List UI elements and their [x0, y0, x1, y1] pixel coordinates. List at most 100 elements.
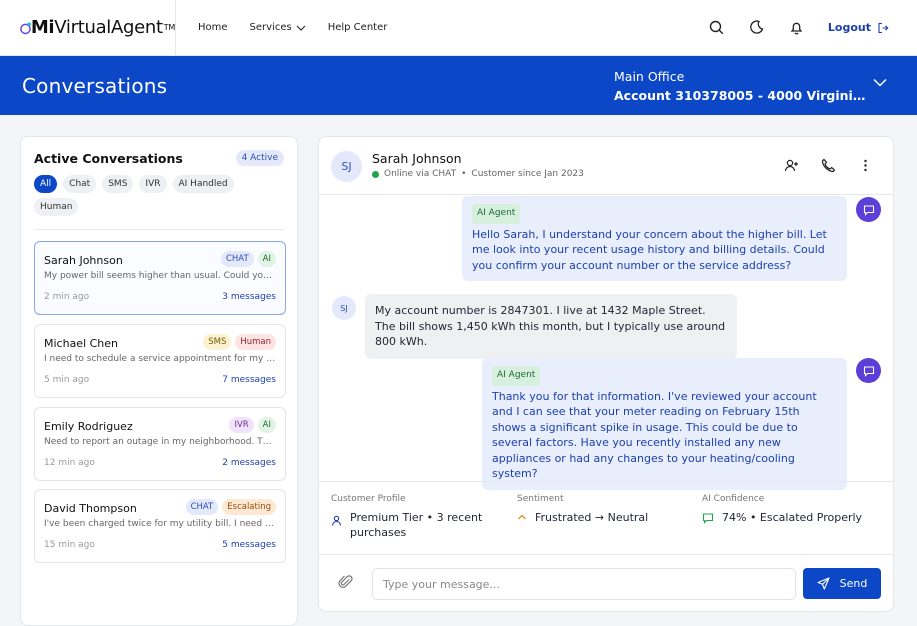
conversation-name: David Thompson: [44, 502, 137, 515]
office-name: Main Office: [614, 69, 685, 84]
status-text: Online via CHAT: [384, 169, 457, 179]
user-icon: [331, 515, 342, 526]
conversation-preview: I need to schedule a service appointment…: [44, 354, 276, 364]
message-text: Thank you for that information. I've rev…: [492, 389, 817, 481]
nav-home[interactable]: Home: [198, 22, 228, 33]
filter-ai-handled[interactable]: AI Handled: [172, 175, 234, 193]
message-input[interactable]: [372, 568, 796, 600]
stat-label: AI Confidence: [702, 494, 765, 504]
conversation-item[interactable]: Michael Chen SMS Human I need to schedul…: [34, 324, 286, 398]
account-name: Account 310378005 - 4000 Virginia St...: [614, 88, 866, 103]
stat-value: Frustrated → Neutral: [535, 511, 649, 524]
conversation-name: Sarah Johnson: [44, 254, 123, 267]
bot-avatar: [856, 358, 881, 383]
message-count: 7 messages: [222, 375, 276, 385]
chevron-down-icon[interactable]: [873, 78, 887, 87]
stat-value-row: 74% • Escalated Properly: [702, 510, 882, 525]
panel-title: Active Conversations: [34, 151, 183, 166]
nav-services[interactable]: Services: [250, 22, 306, 33]
conversation-tags: IVR AI: [229, 417, 276, 433]
message-text: My account number is 2847301. I live at …: [375, 304, 726, 348]
active-count-badge: 4 Active: [235, 150, 284, 166]
filter-chat[interactable]: Chat: [63, 175, 97, 193]
stat-label: Sentiment: [517, 494, 564, 504]
ai-agent-label: AI Agent: [472, 204, 521, 224]
nav-links: Home Services Help Center: [198, 22, 387, 33]
moon-icon[interactable]: [748, 19, 766, 37]
filter-chips: All Chat SMS IVR AI Handled Human: [34, 175, 284, 216]
top-nav: Mi VirtualAgent TM Home Services Help Ce…: [0, 0, 917, 56]
filter-sms[interactable]: SMS: [102, 175, 134, 193]
chat-actions: [784, 158, 873, 173]
conversation-preview: I've been charged twice for my utility b…: [44, 519, 276, 529]
send-icon: [817, 577, 830, 590]
message-text: Hello Sarah, I understand your concern a…: [472, 227, 827, 272]
conversation-time: 15 min ago: [44, 540, 95, 550]
nav-help-center[interactable]: Help Center: [328, 22, 388, 33]
divider: [34, 229, 284, 230]
stat-value-row: Frustrated → Neutral: [517, 510, 697, 525]
logo[interactable]: Mi VirtualAgent TM: [0, 0, 176, 56]
filter-human[interactable]: Human: [34, 198, 79, 216]
conversation-insights: Customer Profile Premium Tier • 3 recent…: [319, 481, 893, 555]
customer-since: Customer since Jan 2023: [471, 169, 584, 179]
customer-status: Online via CHAT • Customer since Jan 202…: [372, 169, 584, 179]
customer-profile-stat: Customer Profile Premium Tier • 3 recent…: [331, 494, 511, 540]
stat-label: Customer Profile: [331, 494, 406, 504]
add-user-icon[interactable]: [784, 158, 799, 173]
ai-confidence-stat: AI Confidence 74% • Escalated Properly: [702, 494, 882, 525]
send-button[interactable]: Send: [803, 568, 881, 599]
chat-header: SJ Sarah Johnson Online via CHAT • Custo…: [319, 137, 893, 195]
logout-icon: [878, 22, 889, 33]
message-square-icon: [702, 513, 714, 524]
phone-icon[interactable]: [821, 158, 836, 173]
customer-avatar: SJ: [332, 296, 356, 320]
conversation-item[interactable]: David Thompson CHAT Escalating I've been…: [34, 489, 286, 563]
logo-tm: TM: [163, 23, 176, 32]
channel-tag: CHAT: [185, 499, 219, 515]
logo-text: VirtualAgent: [54, 17, 163, 38]
handler-tag: Escalating: [222, 499, 276, 515]
conversation-time: 5 min ago: [44, 375, 90, 385]
conversation-tags: CHAT AI: [220, 251, 276, 267]
conversation-tags: SMS Human: [203, 334, 276, 350]
more-vertical-icon[interactable]: [858, 158, 873, 173]
nav-actions: Logout: [708, 19, 917, 37]
message-composer: Send: [319, 555, 893, 611]
nav-services-label: Services: [249, 22, 292, 33]
conversation-time: 2 min ago: [44, 292, 90, 302]
avatar: SJ: [331, 151, 362, 182]
bot-avatar: [856, 197, 881, 222]
sentiment-stat: Sentiment Frustrated → Neutral: [517, 494, 697, 525]
paperclip-icon[interactable]: [338, 574, 354, 590]
customer-name: Sarah Johnson: [372, 151, 462, 166]
conversation-name: Emily Rodriguez: [44, 420, 133, 433]
channel-tag: SMS: [203, 334, 232, 350]
channel-tag: IVR: [229, 417, 254, 433]
ai-message: AI Agent Thank you for that information.…: [482, 358, 847, 490]
conversation-name: Michael Chen: [44, 337, 119, 350]
message-count: 5 messages: [222, 540, 276, 550]
logout-button[interactable]: Logout: [828, 21, 889, 34]
conversation-item[interactable]: Emily Rodriguez IVR AI Need to report an…: [34, 407, 286, 481]
customer-message: My account number is 2847301. I live at …: [365, 294, 737, 359]
filter-all[interactable]: All: [34, 175, 58, 193]
stat-value: 74% • Escalated Properly: [722, 511, 863, 524]
message-count: 3 messages: [222, 292, 276, 302]
page-header: Conversations Main Office Account 310378…: [0, 56, 917, 115]
stat-value-row: Premium Tier • 3 recent purchases: [331, 510, 511, 540]
handler-tag: AI: [257, 251, 276, 267]
logo-mi: Mi: [30, 17, 55, 38]
conversation-time: 12 min ago: [44, 458, 95, 468]
search-icon[interactable]: [708, 19, 726, 37]
chat-panel: SJ Sarah Johnson Online via CHAT • Custo…: [318, 136, 894, 612]
channel-tag: CHAT: [220, 251, 254, 267]
message-count: 2 messages: [222, 458, 276, 468]
chat-bubble-icon: [863, 204, 874, 216]
account-selector[interactable]: Main Office Account 310378005 - 4000 Vir…: [614, 67, 866, 105]
conversation-item[interactable]: Sarah Johnson CHAT AI My power bill seem…: [34, 241, 286, 315]
filter-ivr[interactable]: IVR: [139, 175, 167, 193]
ai-agent-label: AI Agent: [492, 366, 541, 386]
page-title: Conversations: [22, 74, 168, 98]
bell-icon[interactable]: [788, 19, 806, 37]
